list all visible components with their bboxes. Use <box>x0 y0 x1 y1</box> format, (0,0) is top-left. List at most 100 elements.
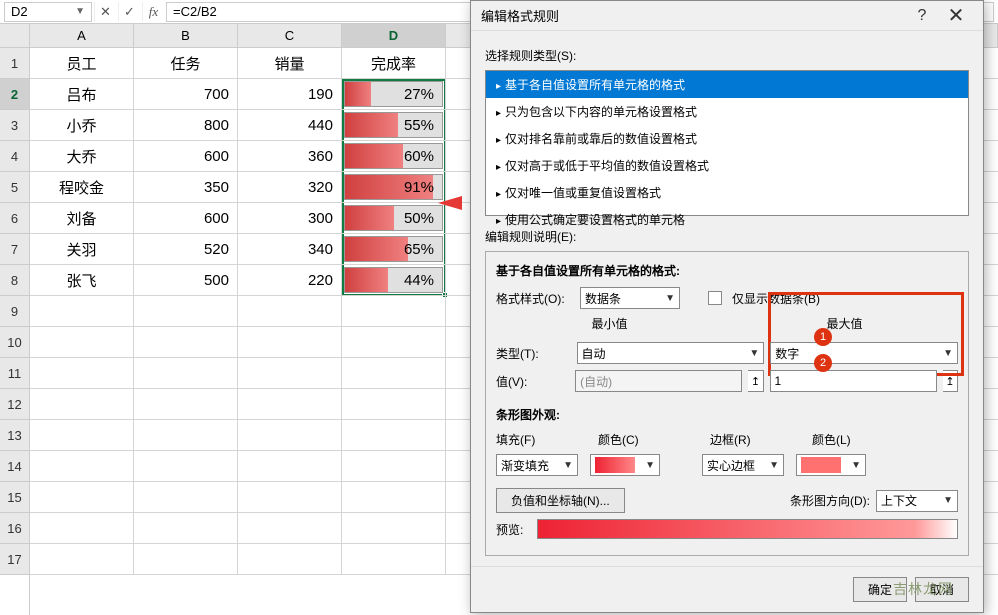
rule-type-item[interactable]: ▸基于各自值设置所有单元格的格式 <box>486 71 968 98</box>
data-cell[interactable]: 吕布 <box>30 79 134 110</box>
data-cell[interactable]: 500 <box>134 265 238 296</box>
row-header[interactable]: 15 <box>0 482 29 513</box>
data-cell[interactable]: 关羽 <box>30 234 134 265</box>
row-header[interactable]: 10 <box>0 327 29 358</box>
empty-cell[interactable] <box>342 451 446 482</box>
empty-cell[interactable] <box>134 482 238 513</box>
row-header[interactable]: 17 <box>0 544 29 575</box>
dialog-titlebar[interactable]: 编辑格式规则 ? ✕ <box>471 1 983 31</box>
header-cell[interactable]: 销量 <box>238 48 342 79</box>
row-header[interactable]: 16 <box>0 513 29 544</box>
empty-cell[interactable] <box>238 358 342 389</box>
neg-axis-button[interactable]: 负值和坐标轴(N)... <box>496 488 625 513</box>
min-value-input[interactable]: (自动) <box>575 370 742 392</box>
data-cell[interactable]: 程咬金 <box>30 172 134 203</box>
empty-cell[interactable] <box>134 358 238 389</box>
rule-type-item[interactable]: ▸仅对排名靠前或靠后的数值设置格式 <box>486 125 968 152</box>
empty-cell[interactable] <box>134 327 238 358</box>
row-header[interactable]: 5 <box>0 172 29 203</box>
select-all-corner[interactable] <box>0 24 29 48</box>
row-header[interactable]: 1 <box>0 48 29 79</box>
empty-cell[interactable] <box>342 482 446 513</box>
databar-cell[interactable]: 27% <box>342 79 446 110</box>
empty-cell[interactable] <box>134 513 238 544</box>
cancel-formula-button[interactable]: ✕ <box>94 2 116 22</box>
empty-cell[interactable] <box>238 544 342 575</box>
rule-type-item[interactable]: ▸仅对高于或低于平均值的数值设置格式 <box>486 152 968 179</box>
empty-cell[interactable] <box>238 389 342 420</box>
databar-cell[interactable]: 65% <box>342 234 446 265</box>
rule-type-list[interactable]: ▸基于各自值设置所有单元格的格式▸只为包含以下内容的单元格设置格式▸仅对排名靠前… <box>485 70 969 216</box>
empty-cell[interactable] <box>30 420 134 451</box>
data-cell[interactable]: 600 <box>134 203 238 234</box>
border-select[interactable]: 实心边框▼ <box>702 454 784 476</box>
show-bar-only-checkbox[interactable] <box>708 291 722 305</box>
data-cell[interactable]: 350 <box>134 172 238 203</box>
ok-button[interactable]: 确定 <box>853 577 907 602</box>
empty-cell[interactable] <box>342 420 446 451</box>
empty-cell[interactable] <box>342 358 446 389</box>
empty-cell[interactable] <box>30 389 134 420</box>
row-header[interactable]: 9 <box>0 296 29 327</box>
row-header[interactable]: 14 <box>0 451 29 482</box>
empty-cell[interactable] <box>30 358 134 389</box>
data-cell[interactable]: 张飞 <box>30 265 134 296</box>
databar-cell[interactable]: 55% <box>342 110 446 141</box>
min-type-select[interactable]: 自动▼ <box>577 342 765 364</box>
row-header[interactable]: 12 <box>0 389 29 420</box>
empty-cell[interactable] <box>134 389 238 420</box>
data-cell[interactable]: 800 <box>134 110 238 141</box>
bar-direction-select[interactable]: 上下文▼ <box>876 490 958 512</box>
data-cell[interactable]: 340 <box>238 234 342 265</box>
fx-button[interactable]: fx <box>142 2 164 22</box>
empty-cell[interactable] <box>134 544 238 575</box>
empty-cell[interactable] <box>30 327 134 358</box>
empty-cell[interactable] <box>134 296 238 327</box>
empty-cell[interactable] <box>134 451 238 482</box>
empty-cell[interactable] <box>342 513 446 544</box>
data-cell[interactable]: 刘备 <box>30 203 134 234</box>
data-cell[interactable]: 小乔 <box>30 110 134 141</box>
chevron-down-icon[interactable]: ▼ <box>75 6 85 17</box>
empty-cell[interactable] <box>238 420 342 451</box>
header-cell[interactable]: 员工 <box>30 48 134 79</box>
empty-cell[interactable] <box>238 296 342 327</box>
empty-cell[interactable] <box>342 327 446 358</box>
databar-cell[interactable]: 60% <box>342 141 446 172</box>
fill-select[interactable]: 渐变填充▼ <box>496 454 578 476</box>
rule-type-item[interactable]: ▸只为包含以下内容的单元格设置格式 <box>486 98 968 125</box>
row-header[interactable]: 4 <box>0 141 29 172</box>
row-header[interactable]: 8 <box>0 265 29 296</box>
row-header[interactable]: 11 <box>0 358 29 389</box>
row-header[interactable]: 6 <box>0 203 29 234</box>
max-value-input[interactable]: 1 <box>770 370 937 392</box>
max-type-select[interactable]: 数字▼ <box>770 342 958 364</box>
data-cell[interactable]: 700 <box>134 79 238 110</box>
row-header[interactable]: 2 <box>0 79 29 110</box>
data-cell[interactable]: 600 <box>134 141 238 172</box>
empty-cell[interactable] <box>342 296 446 327</box>
close-button[interactable]: ✕ <box>939 1 973 31</box>
header-cell[interactable]: 任务 <box>134 48 238 79</box>
data-cell[interactable]: 320 <box>238 172 342 203</box>
data-cell[interactable]: 360 <box>238 141 342 172</box>
data-cell[interactable]: 190 <box>238 79 342 110</box>
accept-formula-button[interactable]: ✓ <box>118 2 140 22</box>
empty-cell[interactable] <box>30 513 134 544</box>
empty-cell[interactable] <box>30 482 134 513</box>
format-style-select[interactable]: 数据条▼ <box>580 287 680 309</box>
row-header[interactable]: 7 <box>0 234 29 265</box>
empty-cell[interactable] <box>30 451 134 482</box>
help-button[interactable]: ? <box>905 1 939 31</box>
name-box[interactable]: D2 ▼ <box>4 2 92 22</box>
empty-cell[interactable] <box>238 451 342 482</box>
fill-color-select[interactable]: ▼ <box>590 454 660 476</box>
column-header[interactable]: A <box>30 24 134 47</box>
empty-cell[interactable] <box>238 327 342 358</box>
cancel-button[interactable]: 取消 <box>915 577 969 602</box>
header-cell[interactable]: 完成率 <box>342 48 446 79</box>
column-header[interactable]: D <box>342 24 446 47</box>
empty-cell[interactable] <box>342 389 446 420</box>
empty-cell[interactable] <box>238 482 342 513</box>
row-header[interactable]: 3 <box>0 110 29 141</box>
